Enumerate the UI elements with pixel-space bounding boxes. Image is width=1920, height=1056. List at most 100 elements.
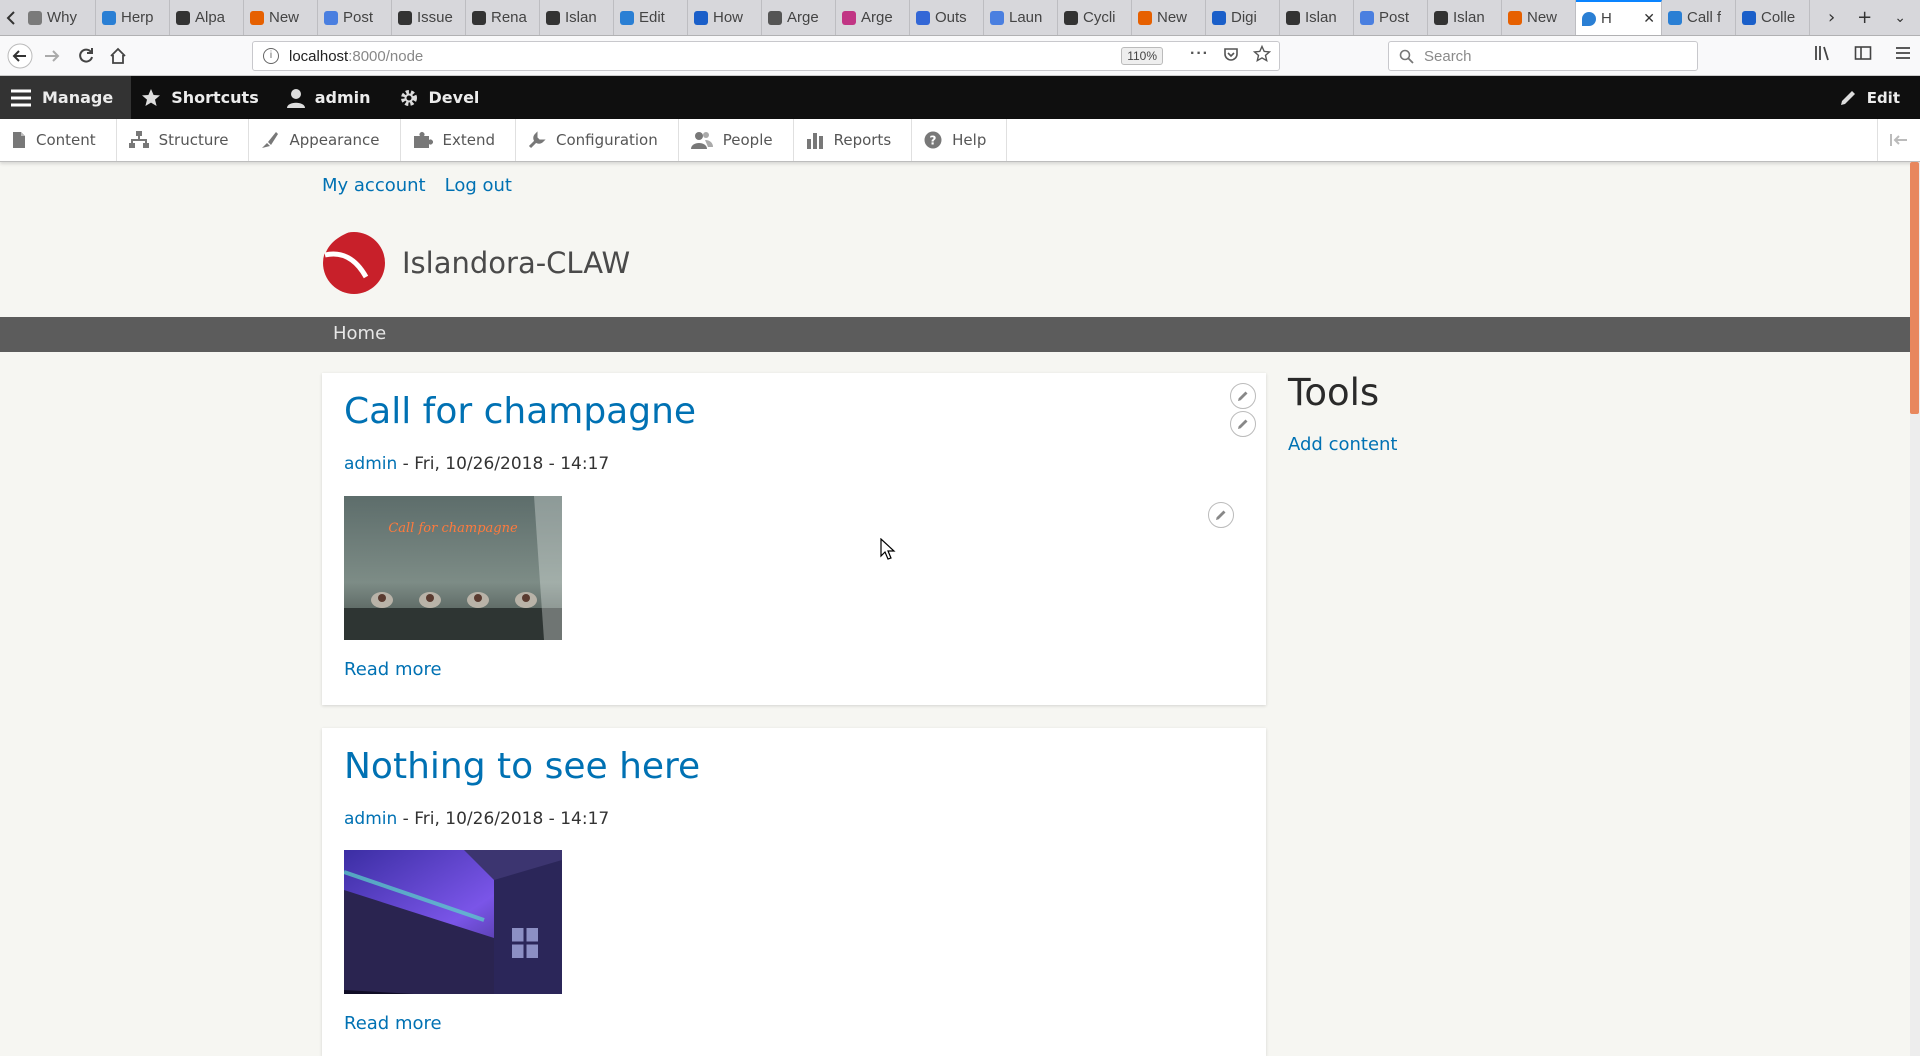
tab-title: Islan	[1453, 9, 1485, 26]
page-scrollbar-thumb[interactable]	[1910, 162, 1919, 414]
browser-tab[interactable]: Edit	[614, 0, 688, 35]
browser-tab[interactable]: Alpa	[170, 0, 244, 35]
browser-tab[interactable]: Laun	[984, 0, 1058, 35]
toolbar-user-button[interactable]: admin	[277, 76, 389, 119]
toolbar-edit-button[interactable]: Edit	[1839, 89, 1920, 107]
tab-favicon-icon	[620, 10, 634, 25]
browser-tab[interactable]: Issue	[392, 0, 466, 35]
contextual-edit-button[interactable]	[1208, 502, 1234, 528]
pencil-icon	[1238, 419, 1248, 429]
node-teaser: Nothing to see here admin - Fri, 10/26/2…	[322, 728, 1266, 1056]
tab-list-chevron-down-icon[interactable]: ⌄	[1894, 10, 1906, 26]
browser-tab[interactable]: Outs	[910, 0, 984, 35]
home-button[interactable]	[104, 42, 132, 70]
tray-item-extend[interactable]: Extend	[401, 119, 517, 161]
log-out-link[interactable]: Log out	[445, 175, 512, 196]
toolbar-manage-button[interactable]: Manage	[0, 76, 132, 119]
browser-tab[interactable]: Cycli	[1058, 0, 1132, 35]
url-bar[interactable]: i localhost:8000/node 110% ···	[252, 41, 1280, 71]
node-title[interactable]: Nothing to see here	[344, 746, 700, 787]
star-icon	[142, 88, 161, 106]
tab-title: Islan	[565, 9, 597, 26]
contextual-edit-button[interactable]	[1230, 383, 1256, 409]
browser-tab[interactable]: Why	[22, 0, 96, 35]
tray-item-structure[interactable]: Structure	[117, 119, 250, 161]
user-icon	[286, 88, 305, 108]
help-icon: ?	[924, 131, 942, 149]
tray-item-configuration[interactable]: Configuration	[516, 119, 679, 161]
browser-tab[interactable]: How	[688, 0, 762, 35]
close-tab-icon[interactable]: ✕	[1643, 10, 1655, 27]
tab-favicon-icon	[472, 10, 486, 25]
tray-orientation-toggle[interactable]	[1877, 119, 1920, 161]
search-input[interactable]	[1422, 46, 1686, 66]
node-image[interactable]	[344, 850, 562, 994]
browser-tab[interactable]: Digi	[1206, 0, 1280, 35]
browser-tab[interactable]: Arge	[762, 0, 836, 35]
zoom-level-badge[interactable]: 110%	[1121, 47, 1163, 65]
browser-tab[interactable]: Islan	[1280, 0, 1354, 35]
tray-item-help[interactable]: ? Help	[912, 119, 1008, 161]
new-tab-icon[interactable]: +	[1857, 7, 1872, 28]
site-info-icon[interactable]: i	[263, 48, 279, 64]
toolbar-devel-button[interactable]: Devel	[389, 76, 498, 119]
hamburger-menu-icon[interactable]	[1894, 44, 1912, 62]
tab-favicon-icon	[324, 10, 338, 25]
building-photo	[344, 850, 562, 994]
tab-scroll-right-icon[interactable]: ›	[1828, 7, 1835, 28]
node-author-link[interactable]: admin	[344, 809, 397, 829]
node-title[interactable]: Call for champagne	[344, 391, 696, 432]
site-logo-icon[interactable]	[322, 231, 386, 295]
tab-favicon-icon	[694, 10, 708, 25]
contextual-edit-button[interactable]	[1230, 411, 1256, 437]
reload-button[interactable]	[72, 42, 100, 70]
puzzle-icon	[413, 132, 433, 148]
pocket-icon[interactable]	[1223, 46, 1239, 62]
library-icon[interactable]	[1814, 44, 1832, 62]
page-actions-icon[interactable]: ···	[1190, 45, 1209, 63]
browser-tab[interactable]: Arge	[836, 0, 910, 35]
browser-tab[interactable]: Colle	[1736, 0, 1810, 35]
my-account-link[interactable]: My account	[322, 175, 426, 196]
back-button[interactable]	[6, 42, 34, 70]
tray-item-people[interactable]: People	[679, 119, 794, 161]
browser-tab-active[interactable]: H ✕	[1576, 0, 1662, 35]
tray-item-appearance[interactable]: Appearance	[249, 119, 401, 161]
search-bar[interactable]	[1388, 41, 1698, 71]
tab-favicon-icon	[250, 10, 264, 25]
tray-item-content[interactable]: Content	[0, 119, 117, 161]
home-menu-link[interactable]: Home	[333, 323, 386, 344]
sidebar-toggle-icon[interactable]	[1854, 44, 1872, 62]
forward-button[interactable]	[38, 42, 66, 70]
tab-scroll-left-button[interactable]	[0, 0, 22, 35]
browser-tab[interactable]: New	[1502, 0, 1576, 35]
tray-item-label: Appearance	[289, 131, 380, 149]
tab-title: Post	[1379, 9, 1410, 26]
tab-title: Islan	[1305, 9, 1337, 26]
browser-tab[interactable]: Herp	[96, 0, 170, 35]
read-more-link[interactable]: Read more	[344, 1013, 442, 1034]
browser-tab[interactable]: New	[244, 0, 318, 35]
browser-tab[interactable]: Post	[1354, 0, 1428, 35]
bookmark-star-icon[interactable]	[1253, 45, 1271, 63]
browser-tab[interactable]: Rena	[466, 0, 540, 35]
site-name[interactable]: Islandora-CLAW	[402, 246, 630, 280]
add-content-link[interactable]: Add content	[1288, 434, 1398, 455]
toolbar-shortcuts-label: Shortcuts	[171, 88, 259, 107]
wrench-icon	[528, 131, 546, 149]
node-image[interactable]: Call for champagne	[344, 496, 562, 640]
tray-item-reports[interactable]: Reports	[794, 119, 913, 161]
browser-tab[interactable]: Post	[318, 0, 392, 35]
browser-nav-bar: i localhost:8000/node 110% ···	[0, 36, 1920, 76]
browser-tab[interactable]: Islan	[1428, 0, 1502, 35]
sidebar-title: Tools	[1288, 371, 1380, 414]
read-more-link[interactable]: Read more	[344, 659, 442, 680]
node-author-link[interactable]: admin	[344, 454, 397, 474]
browser-tab[interactable]: New	[1132, 0, 1206, 35]
browser-tab[interactable]: Call f	[1662, 0, 1736, 35]
tab-favicon-icon	[28, 10, 42, 25]
browser-tab[interactable]: Islan	[540, 0, 614, 35]
toolbar-shortcuts-button[interactable]: Shortcuts	[131, 76, 277, 119]
sidebar-tools-block: Tools Add content	[1288, 371, 1398, 455]
tab-favicon-icon	[1360, 10, 1374, 25]
